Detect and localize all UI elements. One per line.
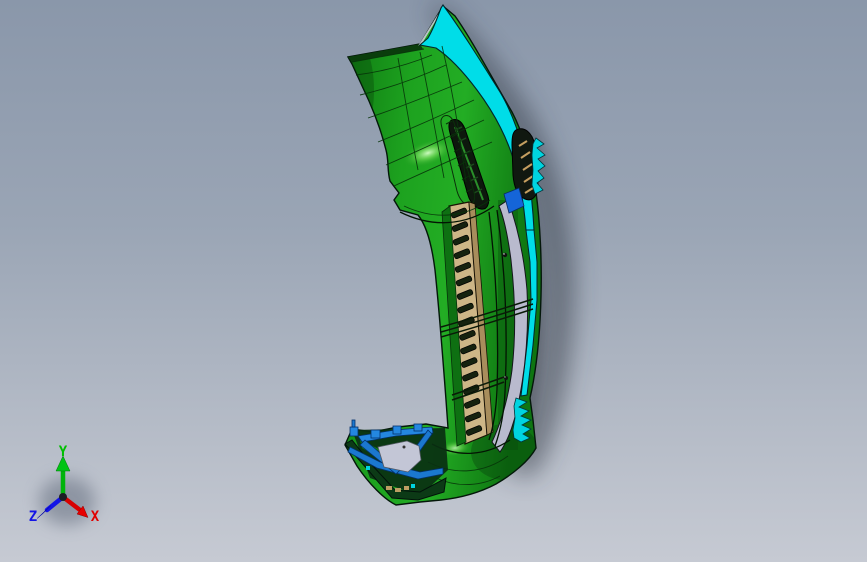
cad-viewport[interactable]: Y Z X — [0, 0, 867, 562]
mounting-cluster[interactable] — [344, 419, 448, 501]
bumper-model[interactable] — [338, 4, 546, 506]
orientation-triad: Y Z X — [29, 444, 100, 525]
x-axis-label: X — [91, 509, 100, 525]
y-axis-label: Y — [59, 444, 68, 460]
triad-origin — [59, 493, 67, 501]
z-axis-label: Z — [29, 509, 37, 525]
